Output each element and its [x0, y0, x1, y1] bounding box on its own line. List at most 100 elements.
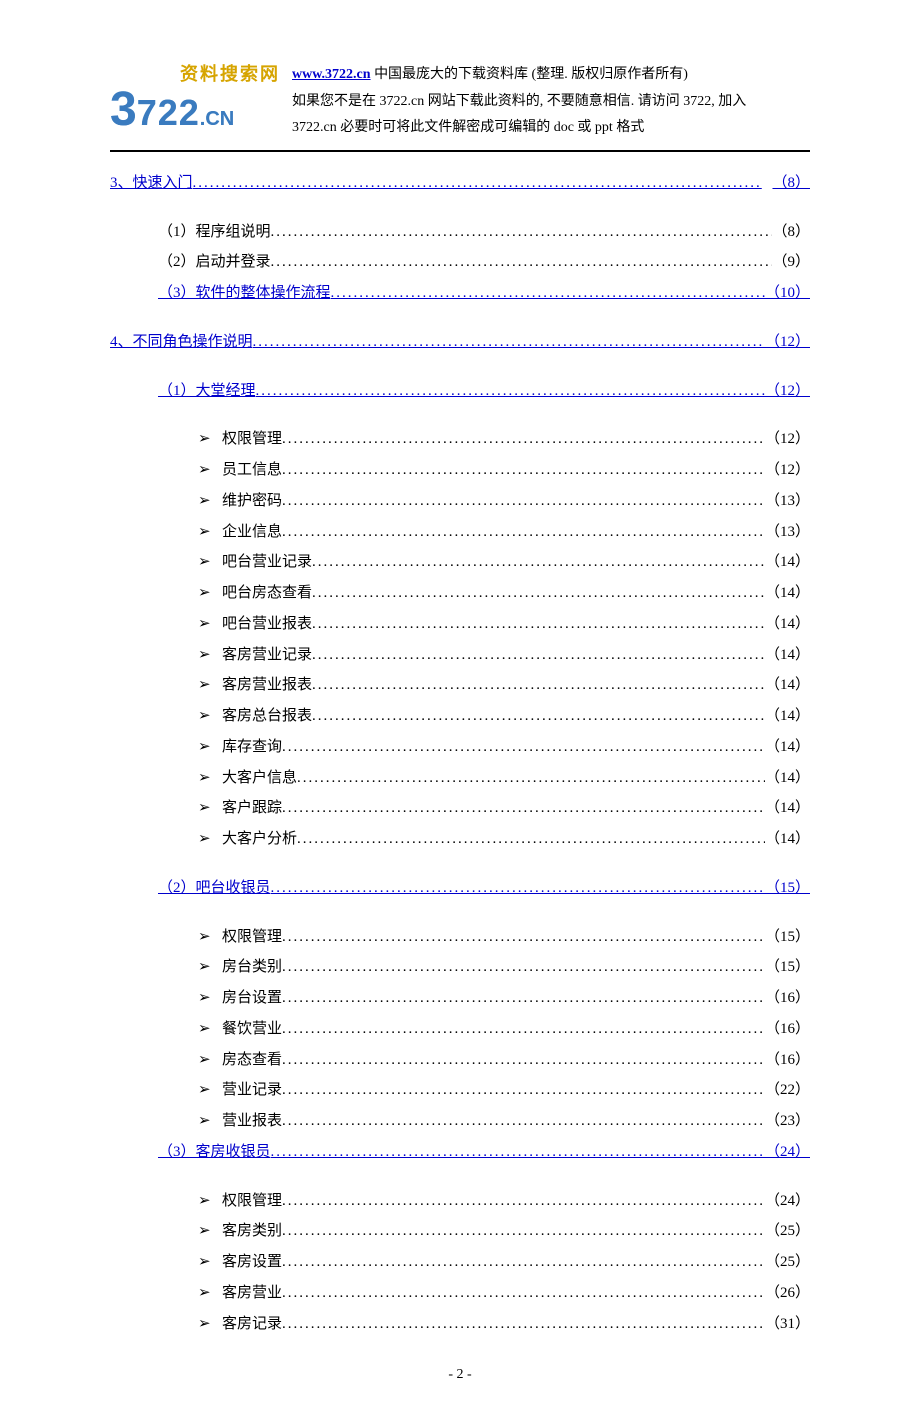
toc-page: （16） [765, 1045, 810, 1076]
toc-leader-dots [271, 873, 765, 904]
bullet-icon: ➢ [198, 952, 222, 983]
bullet-icon: ➢ [198, 1045, 222, 1076]
header-line-2: 如果您不是在 3722.cn 网站下载此资料的, 不要随意相信. 请访问 372… [292, 89, 810, 116]
toc-leader-dots [282, 1186, 765, 1217]
toc-page: （14） [765, 732, 810, 763]
toc-page: （14） [765, 701, 810, 732]
toc-text: ➢餐饮营业 [198, 1014, 282, 1045]
toc-text: ➢房台类别 [198, 952, 282, 983]
toc-page: （22） [765, 1075, 810, 1106]
toc-entry[interactable]: 4、不同角色操作说明 （12） [110, 327, 810, 358]
toc-label: 餐饮营业 [222, 1021, 282, 1037]
bullet-icon: ➢ [198, 1216, 222, 1247]
toc-leader-dots [282, 983, 765, 1014]
toc-leader-dots [282, 1309, 765, 1340]
toc-text: ➢权限管理 [198, 922, 282, 953]
toc-page: （15） [765, 952, 810, 983]
toc-link[interactable]: （3）客房收银员 [158, 1137, 271, 1168]
toc-text: ➢权限管理 [198, 424, 282, 455]
bullet-icon: ➢ [198, 578, 222, 609]
toc-entry: ➢房态查看 （16） [110, 1045, 810, 1076]
toc-leader-dots [312, 701, 765, 732]
toc-text: ➢大客户信息 [198, 763, 297, 794]
toc-entry: ➢营业报表 （23） [110, 1106, 810, 1137]
toc-leader-dots [271, 217, 773, 248]
toc-leader-dots [312, 640, 765, 671]
toc-text: ➢客房记录 [198, 1309, 282, 1340]
toc-text: （2）启动并登录 [158, 247, 271, 278]
toc-leader-dots [282, 1106, 765, 1137]
toc-entry[interactable]: （3）客房收银员（24） [110, 1137, 810, 1168]
toc-text: ➢吧台营业记录 [198, 547, 312, 578]
toc-text: ➢营业记录 [198, 1075, 282, 1106]
toc-page: （16） [765, 983, 810, 1014]
toc-entry[interactable]: 3、快速入门 （8） [110, 168, 810, 199]
toc-leader-dots [282, 793, 765, 824]
bullet-icon: ➢ [198, 1309, 222, 1340]
toc-text: ➢客房营业报表 [198, 670, 312, 701]
toc-link[interactable]: 4、不同角色操作说明 [110, 327, 253, 358]
header-text: www.3722.cn 中国最庞大的下载资料库 (整理. 版权归原作者所有) 如… [292, 60, 810, 142]
toc-entry: ➢客房记录 （31） [110, 1309, 810, 1340]
toc-link[interactable]: （3）软件的整体操作流程 [158, 278, 331, 309]
toc-page: （16） [765, 1014, 810, 1045]
toc-leader-dots [282, 1247, 765, 1278]
toc-entry: ➢权限管理 （15） [110, 922, 810, 953]
bullet-icon: ➢ [198, 732, 222, 763]
toc-entry: （1）程序组说明（8） [110, 217, 810, 248]
toc-label: 房态查看 [222, 1052, 282, 1068]
toc-entry[interactable]: （2）吧台收银员 （15） [110, 873, 810, 904]
toc-entry[interactable]: （1）大堂经理（12） [110, 376, 810, 407]
header-url-link[interactable]: www.3722.cn [292, 67, 371, 82]
toc-leader-dots [312, 578, 765, 609]
toc-link[interactable]: （2）吧台收银员 [158, 873, 271, 904]
bullet-icon: ➢ [198, 1014, 222, 1045]
toc-leader-dots [297, 763, 765, 794]
toc-link[interactable]: 3、快速入门 [110, 168, 193, 199]
toc-entry: ➢客房营业 （26） [110, 1278, 810, 1309]
toc-gap [110, 406, 810, 424]
toc-leader-dots [282, 455, 765, 486]
toc-entry: ➢房台设置 （16） [110, 983, 810, 1014]
toc-label: 吧台营业记录 [222, 554, 312, 570]
toc-entry: ➢权限管理 （12） [110, 424, 810, 455]
toc-entry: ➢客房营业记录 （14） [110, 640, 810, 671]
toc-entry: ➢吧台房态查看 （14） [110, 578, 810, 609]
toc-text: ➢权限管理 [198, 1186, 282, 1217]
toc-page: （24） [765, 1186, 810, 1217]
toc-leader-dots [193, 168, 773, 199]
toc-page: （25） [765, 1216, 810, 1247]
toc-page: （14） [765, 640, 810, 671]
toc-entry[interactable]: （3）软件的整体操作流程（10） [110, 278, 810, 309]
toc-link[interactable]: （1）大堂经理 [158, 376, 256, 407]
toc-leader-dots [282, 1216, 765, 1247]
bullet-icon: ➢ [198, 701, 222, 732]
toc-page: （14） [765, 670, 810, 701]
toc-page: （23） [765, 1106, 810, 1137]
toc-entry: ➢吧台营业记录 （14） [110, 547, 810, 578]
toc-leader-dots [312, 609, 765, 640]
toc-gap [110, 1168, 810, 1186]
toc-page: （15） [765, 873, 810, 904]
toc-page: （13） [765, 486, 810, 517]
toc-page: （14） [765, 824, 810, 855]
toc-page: （14） [765, 793, 810, 824]
bullet-icon: ➢ [198, 763, 222, 794]
toc-label: 营业报表 [222, 1113, 282, 1129]
toc-page: （8） [772, 168, 810, 199]
toc-text: ➢企业信息 [198, 517, 282, 548]
bullet-icon: ➢ [198, 609, 222, 640]
toc-label: 权限管理 [222, 1193, 282, 1209]
bullet-icon: ➢ [198, 922, 222, 953]
toc-page: （12） [765, 327, 810, 358]
toc-entry: ➢房台类别 （15） [110, 952, 810, 983]
table-of-contents: 3、快速入门 （8） （1）程序组说明（8）（2）启动并登录（9）（3）软件的整体操… [110, 168, 810, 1340]
toc-label: 营业记录 [222, 1082, 282, 1098]
toc-entry: ➢客房类别 （25） [110, 1216, 810, 1247]
toc-entry: ➢企业信息 （13） [110, 517, 810, 548]
bullet-icon: ➢ [198, 670, 222, 701]
toc-leader-dots [271, 247, 773, 278]
toc-page: （31） [765, 1309, 810, 1340]
toc-entry: （2）启动并登录（9） [110, 247, 810, 278]
toc-label: 权限管理 [222, 431, 282, 447]
